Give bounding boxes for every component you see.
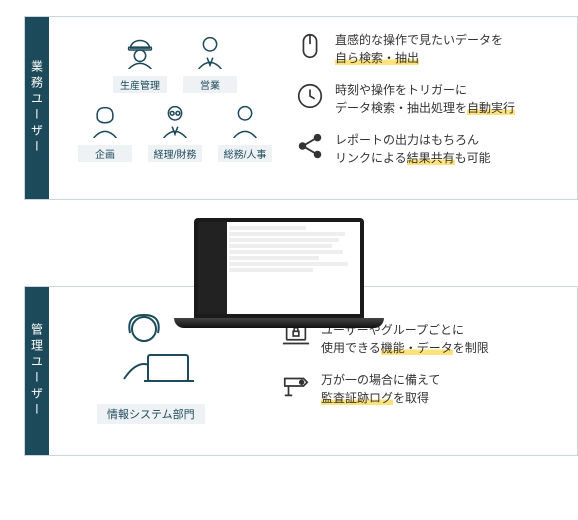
mouse-icon xyxy=(295,31,325,61)
feature-share: レポートの出力はもちろん リンクによる結果共有も可能 xyxy=(295,131,565,167)
feature-search: 直感的な操作で見たいデータを 自ら検索・抽出 xyxy=(295,31,565,67)
roles-grid: 生産管理 営業 xyxy=(65,31,285,169)
clock-icon xyxy=(295,81,325,111)
feature-highlight: 監査証跡ログ xyxy=(321,391,393,405)
person-glasses-icon xyxy=(156,100,194,138)
feature-highlight: 自動実行 xyxy=(467,101,515,115)
feature-text: 時刻や操作をトリガーに データ検索・抽出処理を xyxy=(335,83,467,115)
admin-role-label: 情報システム部門 xyxy=(97,404,205,424)
role-production: 生産管理 xyxy=(109,31,171,94)
feature-highlight: 機能・データ xyxy=(381,341,453,355)
feature-text: 直感的な操作で見たいデータを xyxy=(335,33,503,47)
role-hr: 総務/人事 xyxy=(214,100,276,163)
feature-audit: 万が一の場合に備えて 監査証跡ログを取得 xyxy=(281,371,561,407)
admin-user-label: 管理ユーザー xyxy=(25,287,49,455)
role-label: 生産管理 xyxy=(113,76,167,93)
role-label: 経理/財務 xyxy=(148,145,202,162)
feature-text: 万が一の場合に備えて xyxy=(321,373,440,387)
role-sales: 営業 xyxy=(179,31,241,94)
feature-post: を取得 xyxy=(393,391,429,405)
cctv-icon xyxy=(281,371,311,401)
bottom-features: ユーザーやグループごとに 使用できる機能・データを制限 万が一の場合に備えて 監… xyxy=(281,321,561,421)
share-icon xyxy=(295,131,325,161)
laptop-illustration xyxy=(194,218,384,328)
top-features: 直感的な操作で見たいデータを 自ら検索・抽出 時刻や操作をトリガーに データ検索… xyxy=(295,31,565,181)
feature-highlight: 結果共有 xyxy=(407,151,455,165)
business-user-label: 業務ユーザー xyxy=(25,17,49,199)
role-finance: 経理/財務 xyxy=(144,100,206,163)
person-helmet-icon xyxy=(121,31,159,69)
feature-schedule: 時刻や操作をトリガーに データ検索・抽出処理を自動実行 xyxy=(295,81,565,117)
role-label: 企画 xyxy=(78,145,132,162)
person-suit-icon xyxy=(191,31,229,69)
role-label: 総務/人事 xyxy=(218,145,272,162)
role-label: 営業 xyxy=(183,76,237,93)
person-icon xyxy=(226,100,264,138)
role-planning: 企画 xyxy=(74,100,136,163)
person-female-icon xyxy=(86,100,124,138)
feature-highlight: 自ら検索・抽出 xyxy=(335,51,419,65)
feature-post: も可能 xyxy=(455,151,491,165)
business-user-panel: 業務ユーザー 生産管理 xyxy=(24,16,578,200)
feature-post: を制限 xyxy=(453,341,489,355)
